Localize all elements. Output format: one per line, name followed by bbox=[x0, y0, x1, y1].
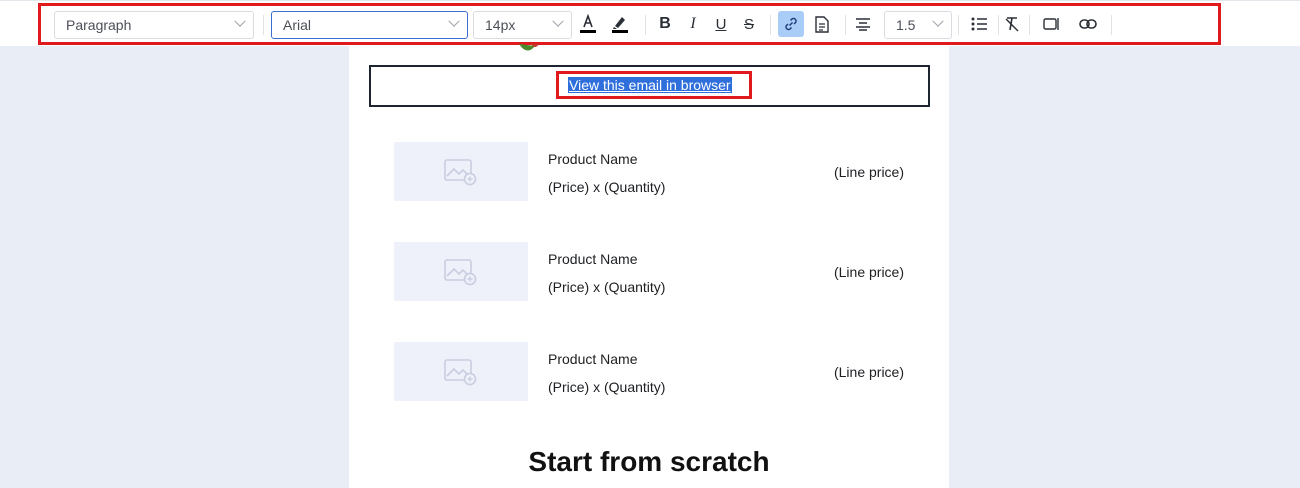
strikethrough-icon: S bbox=[743, 15, 754, 33]
product-name: Product Name bbox=[548, 351, 638, 367]
add-image-icon bbox=[444, 158, 477, 185]
text-color-icon bbox=[580, 14, 596, 33]
product-row[interactable]: Product Name (Price) x (Quantity) (Line … bbox=[349, 142, 949, 202]
toolbar-divider bbox=[770, 15, 771, 35]
underline-icon: U bbox=[715, 15, 727, 33]
product-line-price: (Line price) bbox=[833, 364, 904, 380]
toolbar-divider bbox=[1111, 15, 1112, 35]
toolbar-divider bbox=[263, 15, 264, 35]
align-center-icon bbox=[856, 18, 870, 31]
italic-button[interactable]: I bbox=[680, 11, 706, 37]
chevron-down-icon bbox=[932, 15, 944, 27]
product-image-placeholder[interactable] bbox=[394, 342, 528, 401]
link-button[interactable] bbox=[778, 11, 804, 37]
merge-tag-icon bbox=[1043, 18, 1059, 30]
clear-formatting-icon bbox=[1005, 17, 1019, 32]
logo-leaf-icon bbox=[519, 44, 539, 51]
text-formatting-toolbar: Paragraph Arial 14px B I U S 1.5 bbox=[38, 3, 1221, 45]
chevron-down-icon bbox=[234, 15, 246, 27]
underline-button[interactable]: U bbox=[708, 11, 734, 37]
block-format-value: Paragraph bbox=[66, 17, 132, 33]
section-heading[interactable]: Start from scratch bbox=[349, 446, 949, 478]
product-row[interactable]: Product Name (Price) x (Quantity) (Line … bbox=[349, 242, 949, 302]
add-image-icon bbox=[444, 258, 477, 285]
font-size-select[interactable]: 14px bbox=[473, 11, 572, 39]
highlighter-icon bbox=[612, 17, 628, 33]
add-image-icon bbox=[444, 358, 477, 385]
product-name: Product Name bbox=[548, 251, 638, 267]
line-height-select[interactable]: 1.5 bbox=[884, 11, 952, 39]
product-row[interactable]: Product Name (Price) x (Quantity) (Line … bbox=[349, 342, 949, 402]
toolbar-divider bbox=[645, 15, 646, 35]
view-in-browser-link[interactable]: View this email in browser bbox=[568, 77, 732, 93]
product-price-quantity: (Price) x (Quantity) bbox=[548, 279, 666, 295]
line-height-value: 1.5 bbox=[896, 17, 916, 33]
document-icon bbox=[815, 15, 829, 33]
align-center-button[interactable] bbox=[850, 11, 876, 37]
unlink-button[interactable] bbox=[1075, 11, 1101, 37]
product-line-price: (Line price) bbox=[833, 264, 904, 280]
bulleted-list-button[interactable] bbox=[966, 11, 992, 37]
link-icon bbox=[785, 17, 797, 31]
toolbar-divider bbox=[845, 15, 846, 35]
font-family-select[interactable]: Arial bbox=[271, 11, 468, 39]
product-image-placeholder[interactable] bbox=[394, 242, 528, 301]
clear-formatting-button[interactable] bbox=[999, 11, 1025, 37]
email-canvas: View this email in browser Product Name … bbox=[349, 44, 949, 488]
bold-icon: B bbox=[659, 15, 671, 32]
highlight-color-button[interactable] bbox=[607, 11, 633, 37]
product-price-quantity: (Price) x (Quantity) bbox=[548, 179, 666, 195]
insert-document-button[interactable] bbox=[809, 11, 835, 37]
font-family-value: Arial bbox=[283, 17, 312, 33]
block-format-select[interactable]: Paragraph bbox=[54, 11, 254, 39]
product-price-quantity: (Price) x (Quantity) bbox=[548, 379, 666, 395]
font-size-value: 14px bbox=[485, 17, 516, 33]
bold-button[interactable]: B bbox=[652, 11, 678, 37]
bulleted-list-icon bbox=[971, 17, 987, 31]
italic-icon: I bbox=[690, 15, 696, 32]
product-name: Product Name bbox=[548, 151, 638, 167]
chevron-down-icon bbox=[448, 15, 460, 27]
toolbar-divider bbox=[958, 15, 959, 35]
strikethrough-button[interactable]: S bbox=[736, 11, 762, 37]
chevron-down-icon bbox=[552, 15, 564, 27]
text-color-button[interactable] bbox=[575, 11, 601, 37]
chain-link-icon bbox=[1079, 19, 1097, 29]
product-image-placeholder[interactable] bbox=[394, 142, 528, 201]
insert-merge-tag-button[interactable] bbox=[1039, 11, 1065, 37]
product-line-price: (Line price) bbox=[833, 164, 904, 180]
toolbar-divider bbox=[1029, 15, 1030, 35]
